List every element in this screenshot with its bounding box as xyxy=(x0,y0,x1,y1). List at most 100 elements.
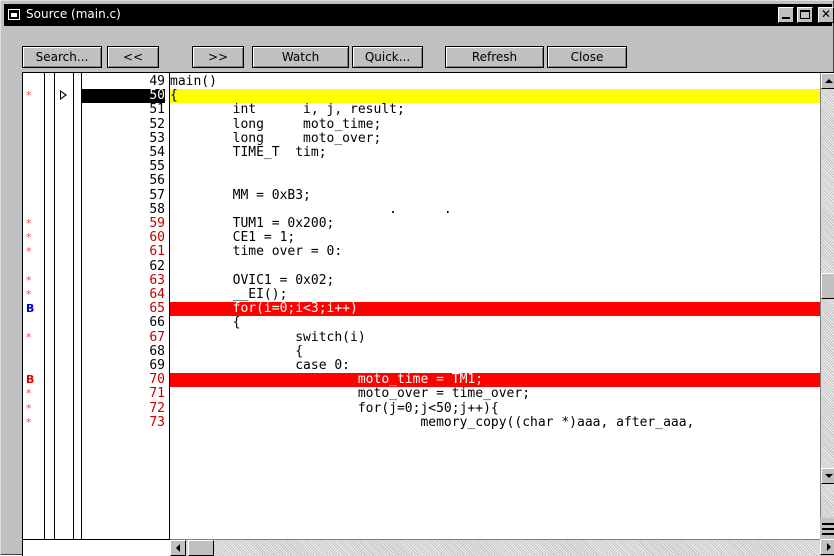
vertical-scroll-thumb[interactable] xyxy=(821,273,834,299)
line-marker[interactable]: * xyxy=(26,331,40,345)
line-marker[interactable]: * xyxy=(26,245,40,259)
source-code[interactable]: memory_copy((char *)aaa, after_aaa, xyxy=(170,416,820,430)
source-line[interactable]: * 67 switch(i) xyxy=(23,330,834,345)
splitter-grip-icon xyxy=(822,523,834,525)
back-button[interactable]: << xyxy=(107,46,159,68)
source-line[interactable]: 55 xyxy=(23,160,834,174)
source-code[interactable]: long moto_over; xyxy=(170,132,820,146)
pane-splitter[interactable] xyxy=(820,518,834,539)
forward-button[interactable]: >> xyxy=(192,46,244,68)
line-number: 52 xyxy=(149,116,165,132)
source-line[interactable]: 66 { xyxy=(23,316,834,330)
source-line[interactable]: 68 { xyxy=(23,344,834,359)
source-code[interactable]: OVIC1 = 0x02; xyxy=(170,274,820,288)
source-code[interactable]: case 0: xyxy=(170,359,820,373)
line-number: 54 xyxy=(149,145,165,160)
source-line[interactable]: 54 TIME_T tim; xyxy=(23,146,834,160)
line-number: 66 xyxy=(149,315,165,331)
breakpoint-marker[interactable]: B xyxy=(26,302,40,316)
line-marker[interactable]: * xyxy=(26,231,40,245)
source-pane[interactable]: 49 main() * 50{51 int i, j, result; 52 long … xyxy=(22,72,834,556)
source-line[interactable]: * 59 TUM1 = 0x200; xyxy=(23,217,834,231)
source-code[interactable]: TUM1 = 0x200; xyxy=(170,217,820,231)
source-code[interactable]: for(j=0;j<50;j++){ xyxy=(170,402,820,416)
refresh-button[interactable]: Refresh xyxy=(445,46,544,68)
source-line[interactable]: 49 main() xyxy=(23,75,834,89)
source-line[interactable]: * 50 { xyxy=(23,89,834,104)
quick-button[interactable]: Quick... xyxy=(352,46,423,68)
maximize-button[interactable] xyxy=(797,7,813,23)
source-code[interactable]: TIME_T tim; xyxy=(170,146,820,160)
line-marker[interactable]: * xyxy=(26,274,40,288)
source-line[interactable]: * 73 memory_copy((char *)aaa, after_aaa, xyxy=(23,415,834,430)
watch-button[interactable]: Watch xyxy=(252,46,349,68)
source-code[interactable] xyxy=(170,174,820,188)
horizontal-scrollbar[interactable] xyxy=(170,539,820,556)
line-marker[interactable]: * xyxy=(26,288,40,302)
source-line[interactable]: 53 long moto_over; xyxy=(23,130,834,146)
breakpoint-marker[interactable]: B xyxy=(26,373,40,387)
source-code[interactable] xyxy=(170,160,820,174)
line-number: 62 xyxy=(149,258,165,274)
source-code[interactable]: { xyxy=(170,345,820,359)
source-line[interactable]: * 60 CE1 = 1; xyxy=(23,231,834,245)
scroll-left-button[interactable] xyxy=(170,540,186,556)
window-icon[interactable] xyxy=(8,9,20,20)
source-code[interactable]: long moto_time; xyxy=(170,118,820,132)
line-number: 61 xyxy=(149,244,165,260)
source-line[interactable]: * 61 time over = 0: xyxy=(23,245,834,259)
line-number: 49 xyxy=(149,74,165,89)
source-code[interactable]: moto_time = TM1; xyxy=(170,373,820,388)
source-code[interactable]: MM = 0xB3; xyxy=(170,189,820,203)
source-line[interactable]: * 63 OVIC1 = 0x02; xyxy=(23,273,834,288)
source-code[interactable]: CE1 = 1; xyxy=(170,231,820,245)
arrow-left-icon xyxy=(176,544,180,552)
line-marker[interactable]: * xyxy=(26,89,40,103)
horizontal-scroll-thumb[interactable] xyxy=(188,540,214,556)
source-code[interactable]: main() xyxy=(170,75,820,89)
source-code[interactable]: moto_over = time_over; xyxy=(170,387,820,401)
source-line[interactable]: 56 xyxy=(23,174,834,188)
source-line[interactable]: B 65 for(i=0;i<3;i++) xyxy=(23,302,834,317)
scroll-right-button[interactable] xyxy=(820,539,834,555)
scroll-up-button[interactable] xyxy=(821,73,834,89)
arrow-up-icon xyxy=(825,79,833,83)
line-marker[interactable]: * xyxy=(26,217,40,231)
line-number: 53 xyxy=(149,130,165,146)
source-code[interactable]: __EI(); xyxy=(170,288,820,302)
source-line[interactable]: 58 . . xyxy=(23,202,834,217)
title-bar[interactable]: Source (main.c) ✕ xyxy=(4,4,834,26)
source-code[interactable]: for(i=0;i<3;i++) xyxy=(170,302,820,317)
line-number: 70 xyxy=(149,372,165,388)
close-window-button[interactable]: ✕ xyxy=(818,7,834,23)
source-code[interactable]: time over = 0: xyxy=(170,245,820,259)
line-number: 69 xyxy=(149,358,165,373)
gutter-bottom xyxy=(23,539,170,556)
scroll-down-button[interactable] xyxy=(821,468,834,484)
line-marker[interactable]: * xyxy=(26,387,40,401)
source-code[interactable]: { xyxy=(170,316,820,330)
source-code[interactable]: int i, j, result; xyxy=(170,103,820,117)
window-title: Source (main.c) xyxy=(26,7,121,21)
close-button[interactable]: Close xyxy=(547,46,627,68)
source-line[interactable]: 57 MM = 0xB3; xyxy=(23,188,834,203)
line-marker[interactable]: * xyxy=(26,402,40,416)
source-code[interactable]: { xyxy=(170,89,820,104)
source-line[interactable]: B 70 moto_time = TM1; xyxy=(23,372,834,388)
source-line[interactable]: * 71 moto_over = time_over; xyxy=(23,387,834,401)
source-code[interactable]: switch(i) xyxy=(170,331,820,345)
source-line[interactable]: 52 long moto_time; xyxy=(23,116,834,132)
source-line[interactable]: 62 xyxy=(23,258,834,274)
source-window: Source (main.c) ✕ Search... << >> Watch … xyxy=(0,0,834,556)
vertical-scrollbar[interactable] xyxy=(820,73,834,539)
splitter-grip-icon xyxy=(822,533,834,535)
source-line[interactable]: 51 int i, j, result; xyxy=(23,103,834,117)
source-line[interactable]: 69 case 0: xyxy=(23,359,834,373)
source-code[interactable]: . . xyxy=(170,203,820,217)
line-marker[interactable]: * xyxy=(26,416,40,430)
source-line[interactable]: * 72 for(j=0;j<50;j++){ xyxy=(23,401,834,416)
minimize-button[interactable] xyxy=(778,7,794,23)
source-line[interactable]: * 64 __EI(); xyxy=(23,288,834,302)
source-code[interactable] xyxy=(170,260,820,274)
search-button[interactable]: Search... xyxy=(22,46,102,68)
